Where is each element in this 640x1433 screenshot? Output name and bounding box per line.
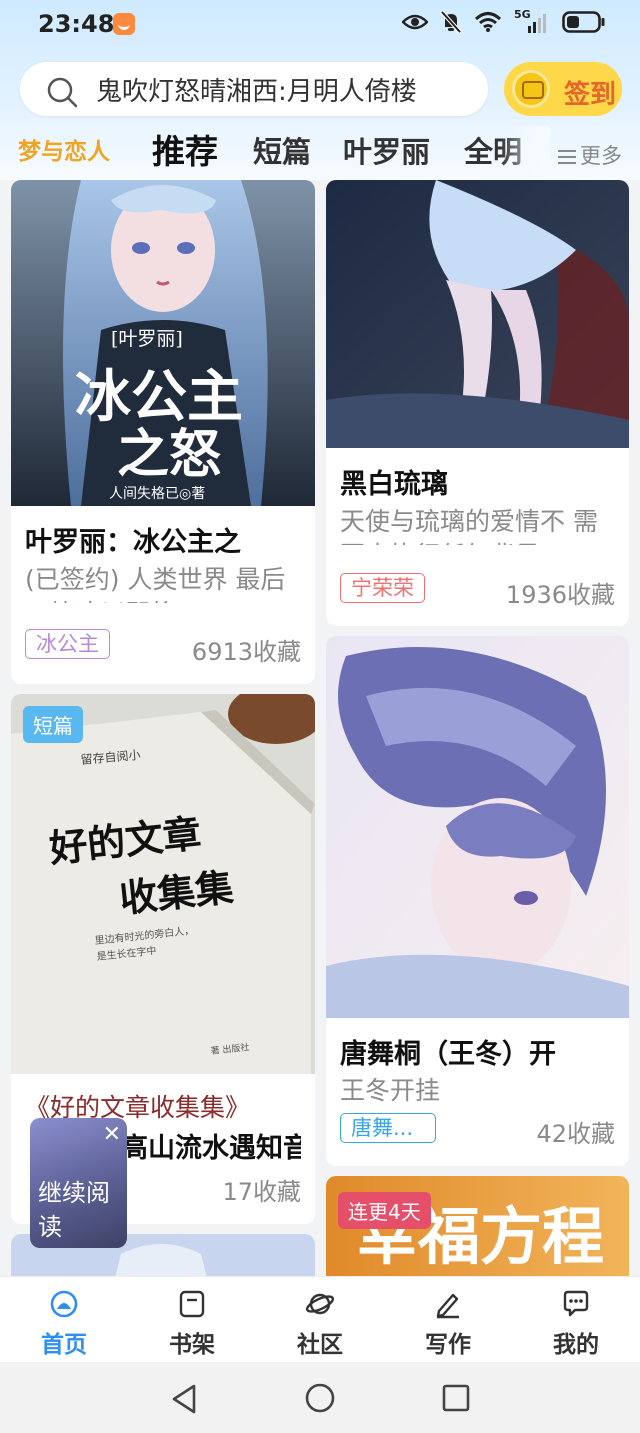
sign-in-label: 签到 [564,80,617,110]
book-card[interactable]: 黑白琉璃 天使与琉璃的爱情不 需要去执行任何背景 宁荣荣 1936收藏 [326,180,629,626]
tabs-fade [500,126,550,178]
search-bar[interactable] [20,62,488,116]
book-card[interactable]: [叶罗丽] 冰公主 之怒 人间失格已◎著 叶罗丽：冰公主之 (已签约) 人类世界… [11,180,315,684]
status-bar: 23:48 5G [0,0,640,50]
recents-icon[interactable] [442,1384,470,1412]
coin-icon [512,70,550,108]
update-streak-badge: 连更4天 [338,1192,431,1229]
book-cover: [叶罗丽] 冰公主 之怒 人间失格已◎著 [11,180,315,506]
book-tag[interactable]: 唐舞... [340,1113,436,1143]
book-description: 天使与琉璃的爱情不 需要去执行任何背景 [340,507,598,545]
bookshelf-icon [179,1290,205,1318]
pen-icon [436,1293,459,1319]
search-input[interactable] [96,70,476,108]
home-circle-icon[interactable] [305,1383,335,1413]
favorites-count: 42收藏 [536,1120,615,1148]
book-tag[interactable]: 宁荣荣 [340,573,425,603]
tab-short[interactable]: 短篇 [253,126,311,178]
eye-icon [402,14,428,30]
cover-bracket: [叶罗丽] [111,328,183,350]
book-description: (已签约) 人类世界 最后一块冰川即将 [25,565,286,603]
book-cover [326,636,629,1018]
nav-write-label: 写作 [425,1332,471,1358]
close-icon[interactable]: ✕ [103,1122,121,1147]
back-icon[interactable] [170,1384,198,1414]
book-cover [326,180,629,448]
mute-bell-icon [440,10,462,34]
bottom-navigation: 首页 书架 社区 写作 我的 [0,1276,640,1362]
nav-bookshelf[interactable]: 书架 [128,1277,256,1363]
cellular-signal-icon: 5G [514,8,550,34]
book-title: 黑白琉璃 [340,469,448,500]
book-cover: 留存自阅小 好的文章 收集集 里边有时光的旁白人， 是生长在字中 著 出版社 [11,694,315,1074]
continue-reading-label: 继续阅读 [38,1179,110,1241]
chat-bubble-icon [563,1290,589,1317]
more-tabs-button[interactable]: 更多 [558,140,622,170]
nav-community-label: 社区 [297,1332,343,1358]
clock: 23:48 [38,10,115,38]
nav-community[interactable]: 社区 [256,1277,384,1363]
home-icon [50,1290,78,1318]
sign-in-button[interactable]: 签到 [504,62,622,116]
tab-recommend[interactable]: 推荐 [152,126,218,178]
short-story-badge: 短篇 [23,706,83,743]
favorites-count: 17收藏 [222,1178,301,1206]
nav-home-label: 首页 [41,1332,87,1358]
nav-write[interactable]: 写作 [384,1277,512,1363]
battery-icon [562,11,605,33]
book-title: 叶罗丽：冰公主之 [25,527,241,558]
nav-home[interactable]: 首页 [0,1277,128,1363]
system-navigation-bar [0,1362,640,1433]
nav-bookshelf-label: 书架 [169,1332,215,1358]
book-title: 唐舞桐（王冬）开 [340,1039,556,1070]
planet-icon [305,1293,335,1315]
svg-text:冰公主: 冰公主 [75,364,243,430]
search-icon [47,77,78,108]
svg-text:之怒: 之怒 [117,424,221,485]
menu-icon [558,150,576,164]
book-title: 高山流水遇知音。 [121,1133,301,1164]
cover-author: 人间失格已◎著 [109,486,205,502]
app-notification-icon [113,13,135,35]
book-card[interactable]: 唐舞桐（王冬）开 王冬开挂 唐舞... 42收藏 [326,636,629,1166]
continue-reading-widget[interactable]: ✕ 继续阅读 [30,1118,127,1248]
category-tabs: 梦与恋人 推荐 短篇 叶罗丽 全明 更多 [0,126,640,178]
book-tag[interactable]: 冰公主 [25,629,110,659]
nav-me[interactable]: 我的 [512,1277,640,1363]
status-icons: 5G [402,8,606,34]
book-card[interactable]: 幸福方程 连更4天 [326,1176,629,1286]
tab-dream-lovers[interactable]: 梦与恋人 [18,126,110,178]
tab-yeluoli[interactable]: 叶罗丽 [343,126,430,178]
nav-me-label: 我的 [553,1332,599,1358]
favorites-count: 6913收藏 [191,638,301,666]
wifi-icon [474,12,502,32]
book-description: 王冬开挂 [340,1076,441,1105]
more-label: 更多 [580,144,622,168]
favorites-count: 1936收藏 [505,581,615,609]
